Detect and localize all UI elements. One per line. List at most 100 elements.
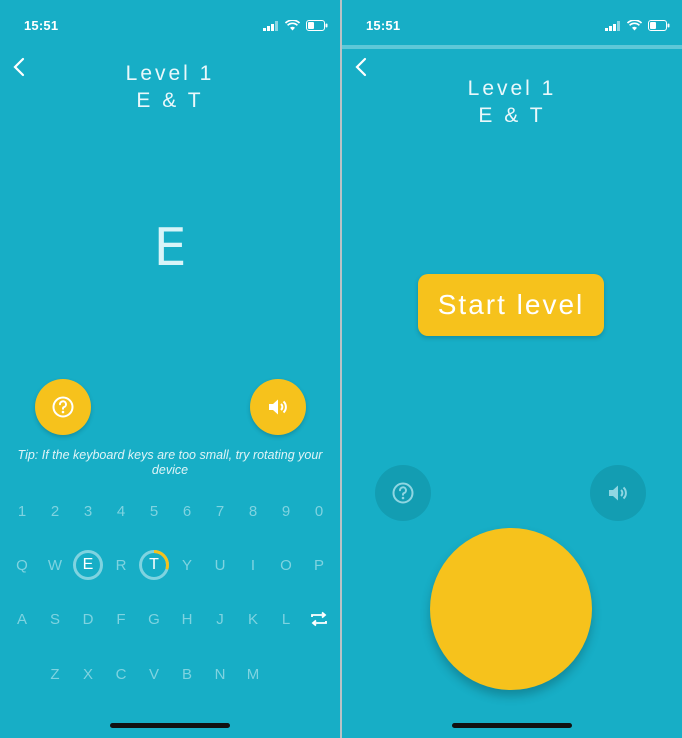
key-z[interactable]: Z xyxy=(39,658,71,690)
key-label: B xyxy=(181,665,192,683)
key-label: 1 xyxy=(17,502,27,520)
key-label: I xyxy=(250,556,256,574)
key-v[interactable]: V xyxy=(138,658,170,690)
key-label: 4 xyxy=(116,502,126,520)
help-button[interactable] xyxy=(35,379,91,435)
key-r[interactable]: R xyxy=(105,549,137,581)
key-label: J xyxy=(216,610,224,628)
key-label: T xyxy=(149,556,159,573)
key-o[interactable]: O xyxy=(270,549,302,581)
swap-keyboard-button[interactable] xyxy=(303,603,335,635)
keyboard-number-row: 1 2 3 4 5 6 7 8 9 0 xyxy=(0,493,340,529)
signal-icon xyxy=(605,20,620,31)
current-letter: E xyxy=(153,218,187,278)
sound-button[interactable] xyxy=(250,379,306,435)
key-6[interactable]: 6 xyxy=(171,495,203,527)
key-4[interactable]: 4 xyxy=(105,495,137,527)
sound-button[interactable] xyxy=(590,465,646,521)
key-f[interactable]: F xyxy=(105,603,137,635)
swap-icon xyxy=(311,611,327,627)
key-label: S xyxy=(49,610,60,628)
home-indicator xyxy=(452,723,572,728)
key-label: C xyxy=(115,665,127,683)
key-5[interactable]: 5 xyxy=(138,495,170,527)
key-label: W xyxy=(47,556,63,574)
key-a[interactable]: A xyxy=(6,603,38,635)
key-g[interactable]: G xyxy=(138,603,170,635)
key-1[interactable]: 1 xyxy=(6,495,38,527)
key-label: 9 xyxy=(281,502,291,520)
speaker-icon xyxy=(609,485,627,501)
level-subtitle: E & T xyxy=(136,89,204,112)
key-label: V xyxy=(148,665,159,683)
key-label: L xyxy=(281,610,291,628)
key-label: 0 xyxy=(314,502,324,520)
wifi-icon xyxy=(627,20,642,31)
key-2[interactable]: 2 xyxy=(39,495,71,527)
key-b[interactable]: B xyxy=(171,658,203,690)
level-title: Level 1 xyxy=(125,62,215,85)
key-3[interactable]: 3 xyxy=(72,495,104,527)
key-label: Q xyxy=(16,556,28,574)
key-label: N xyxy=(214,665,226,683)
key-n[interactable]: N xyxy=(204,658,236,690)
key-j[interactable]: J xyxy=(204,603,236,635)
key-label: D xyxy=(82,610,94,628)
wifi-icon xyxy=(285,20,300,31)
key-l[interactable]: L xyxy=(270,603,302,635)
key-k[interactable]: K xyxy=(237,603,269,635)
key-label: P xyxy=(313,556,324,574)
key-label: M xyxy=(246,665,260,683)
key-x[interactable]: X xyxy=(72,658,104,690)
key-h[interactable]: H xyxy=(171,603,203,635)
help-icon xyxy=(392,482,414,504)
battery-icon xyxy=(648,20,670,31)
key-y[interactable]: Y xyxy=(171,549,203,581)
key-label: 2 xyxy=(50,502,60,520)
level-subtitle: E & T xyxy=(478,104,546,127)
key-label: 8 xyxy=(248,502,258,520)
morse-tap-button[interactable] xyxy=(430,528,592,690)
key-label: X xyxy=(82,665,93,683)
start-level-button[interactable]: Start level xyxy=(418,274,604,336)
key-label: A xyxy=(16,610,27,628)
keyboard-row-3: ZXCVBNM xyxy=(0,656,340,692)
help-icon xyxy=(52,396,74,418)
key-label: G xyxy=(148,610,160,628)
key-label: F xyxy=(116,610,126,628)
status-time: 15:51 xyxy=(24,18,59,33)
status-icons xyxy=(263,20,328,31)
key-p[interactable]: P xyxy=(303,549,335,581)
keyboard-row-2: A S D F GHJ K L xyxy=(0,601,340,637)
back-chevron-icon[interactable] xyxy=(352,56,372,78)
keyboard-row-1: Q W E R TYUI O P xyxy=(0,547,340,583)
key-label: 5 xyxy=(149,502,159,520)
key-label: 3 xyxy=(83,502,93,520)
key-u[interactable]: U xyxy=(204,549,236,581)
key-label: 7 xyxy=(215,502,225,520)
top-progress-strip xyxy=(342,45,682,49)
key-8[interactable]: 8 xyxy=(237,495,269,527)
key-label: K xyxy=(247,610,258,628)
key-label: Z xyxy=(50,665,60,683)
key-c[interactable]: C xyxy=(105,658,137,690)
key-0[interactable]: 0 xyxy=(303,495,335,527)
key-w[interactable]: W xyxy=(39,549,71,581)
key-t[interactable]: T xyxy=(139,550,169,580)
battery-icon xyxy=(306,20,328,31)
key-7[interactable]: 7 xyxy=(204,495,236,527)
status-bar: 15:51 xyxy=(0,0,340,50)
key-label: R xyxy=(115,556,127,574)
key-i[interactable]: I xyxy=(237,549,269,581)
key-q[interactable]: Q xyxy=(6,549,38,581)
key-s[interactable]: S xyxy=(39,603,71,635)
key-e[interactable]: E xyxy=(73,550,103,580)
help-button[interactable] xyxy=(375,465,431,521)
key-9[interactable]: 9 xyxy=(270,495,302,527)
key-d[interactable]: D xyxy=(72,603,104,635)
speaker-icon xyxy=(269,399,287,415)
key-m[interactable]: M xyxy=(237,658,269,690)
key-label: O xyxy=(280,556,292,574)
key-label: E xyxy=(82,556,94,573)
signal-icon xyxy=(263,20,278,31)
